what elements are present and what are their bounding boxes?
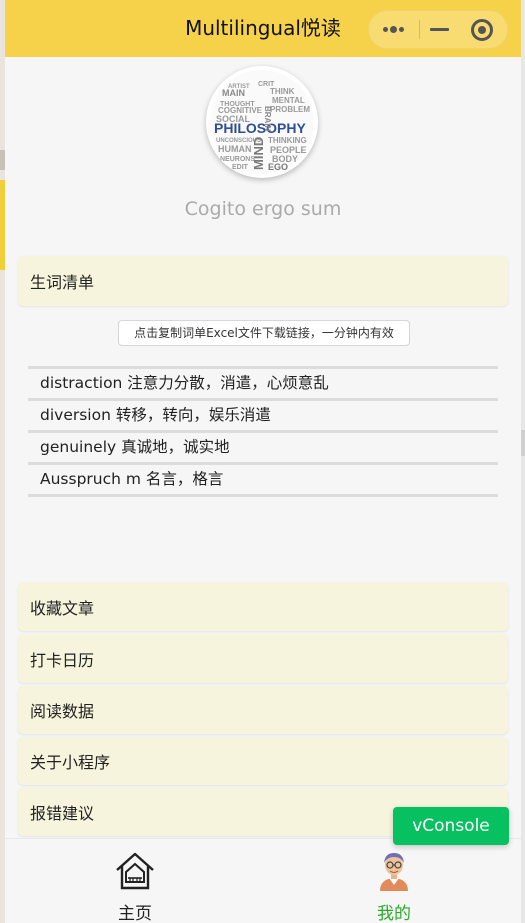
- word-item[interactable]: distraction 注意力分散，消遣，心烦意乱: [28, 366, 498, 398]
- menu-item-label: 打卡日历: [30, 650, 95, 670]
- svg-text:MENTAL: MENTAL: [272, 96, 305, 105]
- svg-text:THINK: THINK: [270, 87, 295, 96]
- tab-me-label: 我的: [377, 904, 411, 923]
- miniprogram-frame: Multilingual悦读 ARTIST CRIT MAIN THINK TH…: [5, 0, 521, 923]
- svg-text:MIND: MIND: [251, 137, 266, 170]
- profile-avatar[interactable]: ARTIST CRIT MAIN THINK THOUGHT MENTAL CO…: [206, 66, 318, 178]
- vocabulary-list-label: 生词清单: [30, 273, 95, 292]
- word-item[interactable]: Ausspruch m 名言，格言: [28, 462, 498, 497]
- svg-text:BRAIN: BRAIN: [263, 106, 272, 132]
- vocabulary-list-card[interactable]: 生词清单: [18, 256, 508, 306]
- philosophy-word-cloud-avatar: ARTIST CRIT MAIN THINK THOUGHT MENTAL CO…: [210, 70, 314, 174]
- svg-text:PHILOSOPHY: PHILOSOPHY: [214, 120, 306, 136]
- svg-text:HUMAN: HUMAN: [218, 144, 252, 154]
- menu-item-about[interactable]: 关于小程序: [18, 737, 508, 785]
- copy-excel-link-button[interactable]: 点击复制词单Excel文件下载链接，一分钟内有效: [118, 320, 410, 346]
- tab-me[interactable]: 我的: [334, 849, 454, 923]
- tab-home[interactable]: 主页: [75, 849, 195, 923]
- menu-item-label: 收藏文章: [30, 598, 95, 618]
- tab-home-label: 主页: [118, 904, 152, 923]
- background-strip: [521, 430, 525, 456]
- menu-item-checkin-calendar[interactable]: 打卡日历: [18, 634, 508, 683]
- svg-text:THINKING: THINKING: [268, 136, 307, 145]
- svg-text:MAIN: MAIN: [222, 88, 245, 98]
- svg-text:EGO: EGO: [268, 162, 288, 172]
- minimize-button[interactable]: [415, 11, 461, 48]
- svg-text:EDIT: EDIT: [232, 164, 249, 171]
- menu-item-favorites[interactable]: 收藏文章: [18, 582, 508, 631]
- menu-item-reading-stats[interactable]: 阅读数据: [18, 686, 508, 734]
- capsule-menu: [368, 10, 508, 49]
- home-icon: [116, 852, 154, 890]
- minimize-icon: [430, 28, 449, 31]
- user-avatar-icon: [380, 853, 408, 891]
- navigation-bar: Multilingual悦读: [5, 0, 521, 57]
- background-page-right: [521, 0, 525, 923]
- menu-item-label: 报错建议: [30, 804, 95, 823]
- tab-bar: 主页 我的: [5, 838, 521, 923]
- target-circle-icon: [471, 19, 493, 41]
- svg-text:PROBLEM: PROBLEM: [270, 105, 310, 114]
- menu-item-label: 阅读数据: [30, 702, 95, 721]
- profile-motto: Cogito ergo sum: [184, 198, 342, 220]
- word-item[interactable]: genuinely 真诚地，诚实地: [28, 430, 498, 462]
- close-button[interactable]: [461, 11, 507, 48]
- word-list: distraction 注意力分散，消遣，心烦意乱 diversion 转移，转…: [28, 366, 498, 497]
- menu-item-label: 关于小程序: [30, 753, 111, 772]
- vconsole-button[interactable]: vConsole: [393, 807, 509, 845]
- more-button[interactable]: [369, 11, 415, 48]
- word-item[interactable]: diversion 转移，转向，娱乐消遣: [28, 398, 498, 430]
